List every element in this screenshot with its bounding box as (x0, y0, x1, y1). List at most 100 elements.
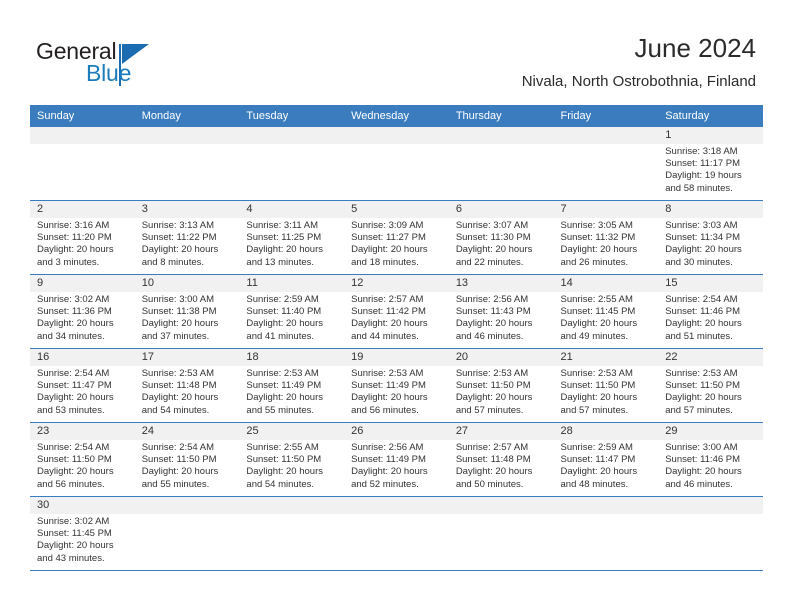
calendar-day-cell[interactable]: 2 Sunrise: 3:16 AM Sunset: 11:20 PM Dayligh… (30, 200, 135, 275)
page-title: June 2024 (634, 33, 756, 63)
calendar-day-cell[interactable]: 16 Sunrise: 2:54 AM Sunset: 11:47 PM Daylig… (30, 348, 135, 423)
day-number: 5 (344, 201, 449, 218)
sunrise-time: Sunrise: 2:53 AM (560, 368, 633, 379)
day-number (553, 127, 659, 144)
day-details: Sunrise: 3:18 AM Sunset: 11:17 PM Daylight… (658, 144, 763, 195)
daylight-duration-line1: Daylight: 20 hours (665, 466, 742, 478)
calendar-day-cell[interactable]: 13 Sunrise: 2:56 AM Sunset: 11:43 PM Daylig… (448, 274, 554, 349)
calendar-day-cell[interactable]: 21 Sunrise: 2:53 AM Sunset: 11:50 PM Daylig… (553, 348, 659, 423)
calendar-grid: Sunday Monday Tuesday Wednesday Thursday… (30, 105, 763, 571)
calendar-day-cell[interactable]: 24 Sunrise: 2:54 AM Sunset: 11:50 PM Daylig… (134, 422, 240, 497)
day-number: 4 (239, 201, 345, 218)
calendar-day-cell[interactable]: 22 Sunrise: 2:53 AM Sunset: 11:50 PM Daylig… (658, 348, 763, 423)
calendar-day-cell[interactable]: 26 Sunrise: 2:56 AM Sunset: 11:49 PM Daylig… (344, 422, 449, 497)
day-number: 3 (134, 201, 240, 218)
day-details: Sunrise: 2:55 AM Sunset: 11:50 PM Daylight… (239, 440, 344, 491)
calendar-day-cell[interactable]: 27 Sunrise: 2:57 AM Sunset: 11:48 PM Daylig… (448, 422, 554, 497)
calendar-day-cell[interactable]: 9 Sunrise: 3:02 AM Sunset: 11:36 PM Dayligh… (30, 274, 135, 349)
calendar-day-cell[interactable]: 30 Sunrise: 3:02 AM Sunset: 11:45 PM Daylig… (30, 496, 135, 571)
sunset-time: Sunset: 11:38 PM (141, 306, 217, 318)
daylight-duration-line2: and 26 minutes. (560, 256, 629, 268)
calendar-cell-empty (553, 127, 659, 201)
calendar-day-cell[interactable]: 3 Sunrise: 3:13 AM Sunset: 11:22 PM Dayligh… (134, 200, 240, 275)
calendar-day-cell[interactable]: 15 Sunrise: 2:54 AM Sunset: 11:46 PM Daylig… (658, 274, 763, 349)
day-number: 13 (448, 275, 554, 292)
day-cell-content: 13 Sunrise: 2:56 AM Sunset: 11:43 PM Daylig… (448, 275, 554, 348)
calendar-day-cell[interactable]: 20 Sunrise: 2:53 AM Sunset: 11:50 PM Daylig… (448, 348, 554, 423)
daylight-duration-line1: Daylight: 20 hours (37, 244, 114, 256)
day-cell-content (553, 127, 659, 200)
daylight-duration-line2: and 43 minutes. (37, 552, 105, 564)
general-blue-logo[interactable]: General Blue (36, 38, 196, 90)
day-cell-content: 27 Sunrise: 2:57 AM Sunset: 11:48 PM Daylig… (448, 423, 554, 496)
daylight-duration-line2: and 56 minutes. (351, 404, 419, 416)
day-cell-content: 10 Sunrise: 3:00 AM Sunset: 11:38 PM Daylig… (134, 275, 240, 348)
logo-text-blue: Blue (86, 60, 132, 86)
daylight-duration-line2: and 44 minutes. (351, 330, 419, 342)
calendar-day-cell[interactable]: 8 Sunrise: 3:03 AM Sunset: 11:34 PM Dayligh… (658, 200, 763, 275)
calendar-day-cell[interactable]: 4 Sunrise: 3:11 AM Sunset: 11:25 PM Dayligh… (239, 200, 345, 275)
calendar-day-cell[interactable]: 14 Sunrise: 2:55 AM Sunset: 11:45 PM Daylig… (553, 274, 659, 349)
calendar-day-cell[interactable]: 5 Sunrise: 3:09 AM Sunset: 11:27 PM Dayligh… (344, 200, 449, 275)
day-cell-content: 12 Sunrise: 2:57 AM Sunset: 11:42 PM Daylig… (344, 275, 449, 348)
day-cell-content: 3 Sunrise: 3:13 AM Sunset: 11:22 PM Dayligh… (134, 201, 240, 274)
calendar-day-cell[interactable]: 29 Sunrise: 3:00 AM Sunset: 11:46 PM Daylig… (658, 422, 763, 497)
day-details: Sunrise: 3:11 AM Sunset: 11:25 PM Daylight… (239, 218, 344, 269)
calendar-cell-empty (239, 127, 345, 201)
sunrise-time: Sunrise: 3:00 AM (141, 294, 215, 305)
sunrise-time: Sunrise: 2:55 AM (246, 442, 319, 453)
calendar-day-cell[interactable]: 1 Sunrise: 3:18 AM Sunset: 11:17 PM Dayligh… (658, 127, 763, 201)
calendar-day-cell[interactable]: 10 Sunrise: 3:00 AM Sunset: 11:38 PM Daylig… (134, 274, 240, 349)
daylight-duration-line1: Daylight: 20 hours (665, 392, 742, 404)
calendar-day-cell[interactable]: 19 Sunrise: 2:53 AM Sunset: 11:49 PM Daylig… (344, 348, 449, 423)
daylight-duration-line2: and 13 minutes. (246, 256, 315, 268)
sunrise-time: Sunrise: 3:07 AM (455, 220, 529, 231)
day-number: 15 (658, 275, 763, 292)
sunset-time: Sunset: 11:46 PM (665, 454, 741, 466)
daylight-duration-line1: Daylight: 20 hours (141, 466, 219, 478)
calendar-day-cell[interactable]: 7 Sunrise: 3:05 AM Sunset: 11:32 PM Dayligh… (553, 200, 659, 275)
calendar-page: General Blue June 2024 Nivala, North Ost… (0, 0, 792, 612)
day-details: Sunrise: 2:53 AM Sunset: 11:50 PM Daylight… (554, 366, 659, 417)
daylight-duration-line2: and 53 minutes. (37, 404, 105, 416)
calendar-day-cell[interactable]: 25 Sunrise: 2:55 AM Sunset: 11:50 PM Daylig… (239, 422, 345, 497)
daylight-duration-line2: and 37 minutes. (141, 330, 210, 342)
calendar-day-cell[interactable]: 12 Sunrise: 2:57 AM Sunset: 11:42 PM Daylig… (344, 274, 449, 349)
column-header-monday: Monday (134, 105, 240, 127)
day-details: Sunrise: 2:53 AM Sunset: 11:49 PM Daylight… (239, 366, 344, 417)
sunset-time: Sunset: 11:46 PM (665, 306, 741, 318)
sunrise-time: Sunrise: 2:57 AM (455, 442, 529, 453)
sunrise-time: Sunrise: 2:54 AM (37, 442, 110, 453)
day-cell-content: 17 Sunrise: 2:53 AM Sunset: 11:48 PM Daylig… (134, 349, 240, 422)
sunset-time: Sunset: 11:30 PM (455, 232, 531, 244)
calendar-day-cell[interactable]: 18 Sunrise: 2:53 AM Sunset: 11:49 PM Daylig… (239, 348, 345, 423)
day-details: Sunrise: 3:07 AM Sunset: 11:30 PM Daylight… (449, 218, 554, 269)
daylight-duration-line2: and 34 minutes. (37, 330, 105, 342)
sunset-time: Sunset: 11:47 PM (37, 380, 112, 392)
day-cell-content: 8 Sunrise: 3:03 AM Sunset: 11:34 PM Dayligh… (658, 201, 763, 274)
calendar-day-cell[interactable]: 23 Sunrise: 2:54 AM Sunset: 11:50 PM Daylig… (30, 422, 135, 497)
day-number: 26 (344, 423, 449, 440)
day-number: 20 (448, 349, 554, 366)
sunrise-time: Sunrise: 3:00 AM (665, 442, 738, 453)
day-number: 2 (30, 201, 135, 218)
day-cell-content: 26 Sunrise: 2:56 AM Sunset: 11:49 PM Daylig… (344, 423, 449, 496)
calendar-day-cell[interactable]: 28 Sunrise: 2:59 AM Sunset: 11:47 PM Daylig… (553, 422, 659, 497)
daylight-duration-line2: and 54 minutes. (246, 478, 315, 490)
daylight-duration-line1: Daylight: 20 hours (141, 392, 219, 404)
sunset-time: Sunset: 11:45 PM (560, 306, 636, 318)
daylight-duration-line2: and 18 minutes. (351, 256, 419, 268)
day-cell-content: 4 Sunrise: 3:11 AM Sunset: 11:25 PM Dayligh… (239, 201, 345, 274)
day-number: 18 (239, 349, 345, 366)
daylight-duration-line2: and 52 minutes. (351, 478, 419, 490)
calendar-day-cell[interactable]: 17 Sunrise: 2:53 AM Sunset: 11:48 PM Daylig… (134, 348, 240, 423)
daylight-duration-line2: and 51 minutes. (665, 330, 733, 342)
calendar-day-cell[interactable]: 11 Sunrise: 2:59 AM Sunset: 11:40 PM Daylig… (239, 274, 345, 349)
calendar-day-cell[interactable]: 6 Sunrise: 3:07 AM Sunset: 11:30 PM Dayligh… (448, 200, 554, 275)
column-header-sunday: Sunday (30, 105, 135, 127)
calendar-week-row: 1 Sunrise: 3:18 AM Sunset: 11:17 PM Dayligh… (30, 127, 763, 201)
sunrise-time: Sunrise: 2:53 AM (246, 368, 319, 379)
day-details: Sunrise: 2:54 AM Sunset: 11:50 PM Daylight… (30, 440, 135, 491)
day-number: 25 (239, 423, 345, 440)
daylight-duration-line1: Daylight: 20 hours (37, 318, 114, 330)
